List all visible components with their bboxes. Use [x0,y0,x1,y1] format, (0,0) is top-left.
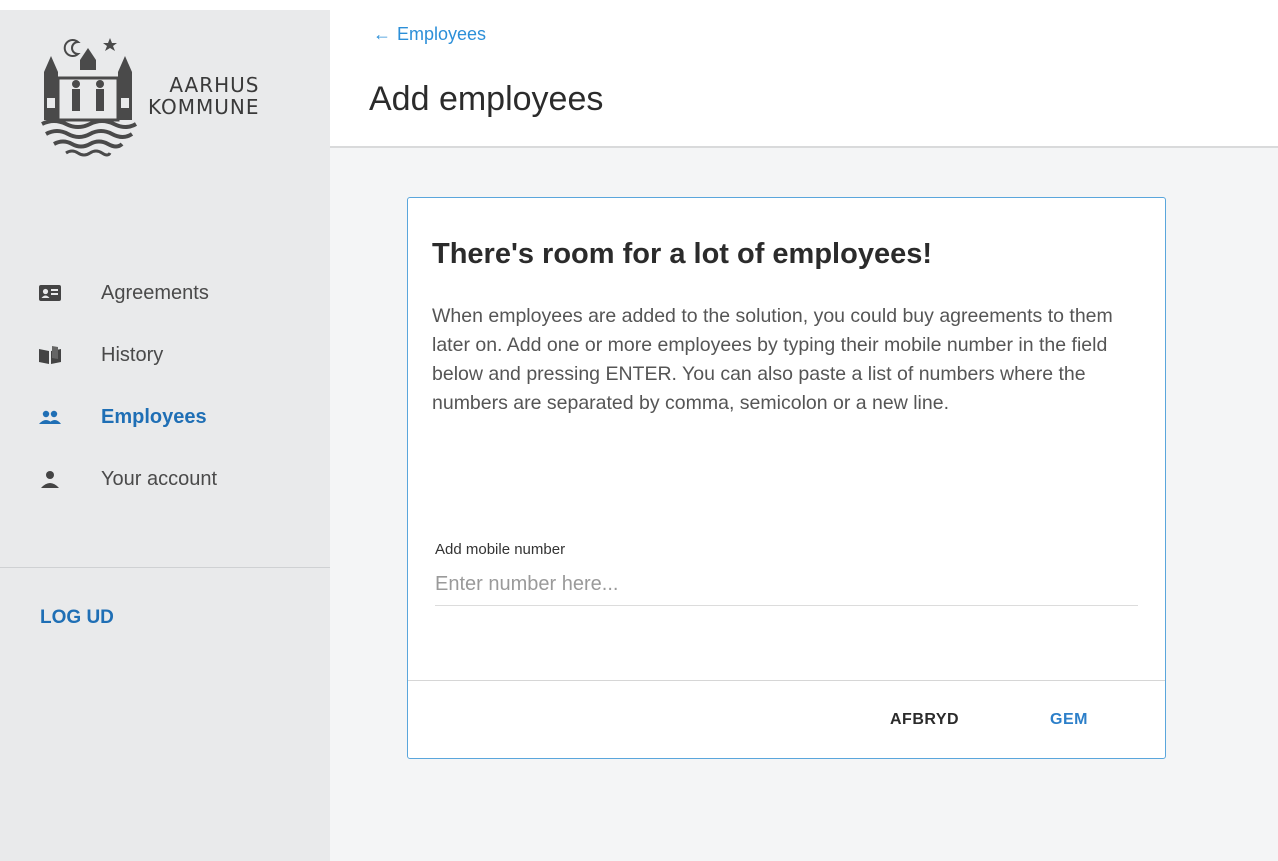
page-title: Add employees [369,80,604,118]
sidebar: AARHUS KOMMUNE Agreements History Employ… [0,10,330,861]
brand-name: AARHUS KOMMUNE [148,74,260,118]
people-icon [38,405,62,429]
sidebar-item-history[interactable]: History [0,324,330,386]
brand-name-line1: AARHUS [169,73,260,97]
back-link-label: Employees [397,24,487,44]
card-footer-divider [408,680,1165,681]
logout-button[interactable]: LOG UD [40,607,114,629]
sidebar-nav: Agreements History Employees Your accoun… [0,262,330,510]
cancel-button[interactable]: AFBRYD [890,711,959,729]
sidebar-item-your-account[interactable]: Your account [0,448,330,510]
main-content: ← Employees Add employees There's room fo… [330,10,1278,861]
sidebar-divider [0,567,330,568]
city-crest-icon [41,38,138,157]
mobile-number-label: Add mobile number [435,541,566,558]
sidebar-item-agreements[interactable]: Agreements [0,262,330,324]
aarhus-logo[interactable]: AARHUS KOMMUNE [38,20,298,160]
brand-name-line2: KOMMUNE [148,95,260,119]
page-header: ← Employees Add employees [330,10,1278,148]
save-button[interactable]: GEM [1050,711,1088,729]
card-description: When employees are added to the solution… [432,305,1113,414]
card-title: There's room for a lot of employees! [432,238,932,270]
sidebar-item-label: Your account [101,467,218,490]
add-employees-card: There's room for a lot of employees! Whe… [407,197,1166,759]
sidebar-item-label: History [101,343,164,366]
id-card-icon [38,281,62,305]
mobile-number-input[interactable] [435,564,1138,606]
back-link[interactable]: ← Employees [373,24,486,45]
app-window: AARHUS KOMMUNE Agreements History Employ… [0,10,1278,861]
sidebar-item-label: Agreements [101,281,209,304]
arrow-left-icon: ← [373,24,391,44]
open-book-icon [38,343,62,367]
sidebar-item-employees[interactable]: Employees [0,386,330,448]
person-icon [38,467,62,491]
sidebar-item-label: Employees [101,405,207,428]
